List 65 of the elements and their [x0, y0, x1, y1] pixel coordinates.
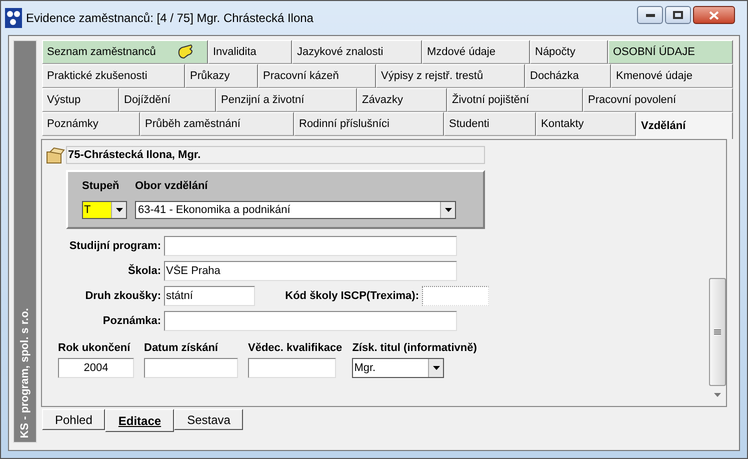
scrollbar-thumb[interactable] — [709, 278, 726, 386]
field-label: Škola: — [126, 263, 161, 279]
tab[interactable]: Mzdové údaje — [422, 40, 530, 64]
note-field[interactable] — [164, 311, 457, 331]
tab[interactable]: Pracovní povolení — [583, 88, 733, 112]
field-label: Získ. titul (informativně) — [352, 341, 477, 356]
vendor-label: KS - program, spol. s r.o. — [18, 308, 32, 438]
tab[interactable]: OSOBNÍ ÚDAJE — [608, 40, 733, 64]
tab[interactable]: Rodinní příslušníci — [294, 112, 444, 136]
field-label: Poznámka: — [102, 314, 161, 329]
tab[interactable]: Dojíždění — [119, 88, 216, 112]
tab[interactable]: Docházka — [525, 64, 611, 88]
qualification-field[interactable] — [248, 358, 336, 378]
title-dropdown[interactable]: Mgr. — [352, 358, 444, 378]
close-button[interactable] — [693, 6, 735, 24]
record-title: 75-Chrástecká Ilona, Mgr. — [66, 146, 485, 164]
tab[interactable]: Vzdělání — [636, 112, 733, 139]
grip-icon — [714, 328, 721, 336]
field-of-study-dropdown[interactable]: 63-41 - Ekonomika a podnikání — [135, 200, 456, 218]
tab[interactable]: Seznam zaměstnanců — [42, 40, 208, 64]
maximize-icon — [673, 11, 683, 19]
exam-type-field[interactable]: státní — [164, 286, 255, 306]
tab[interactable]: Pracovní kázeň — [258, 64, 376, 88]
tab[interactable]: Invalidita — [208, 40, 292, 64]
field-label: Vědec. kvalifikace — [248, 341, 342, 356]
degree-dropdown[interactable]: T — [82, 200, 127, 218]
tab[interactable]: Jazykové znalosti — [292, 40, 422, 64]
tab[interactable]: Průkazy — [185, 64, 258, 88]
field-label: Druh zkoušky: — [84, 288, 161, 304]
tab[interactable]: Kontakty — [536, 112, 636, 136]
hand-icon — [176, 44, 194, 60]
field-label: Studijní program: — [68, 238, 161, 254]
maximize-button[interactable] — [665, 6, 691, 24]
study-program-field[interactable] — [164, 236, 457, 256]
field-label: Kód školy ISCP(Trexima): — [284, 288, 419, 304]
tab[interactable]: Průběh zaměstnání — [140, 112, 294, 136]
tab[interactable]: Výstup — [42, 88, 119, 112]
caret-icon — [432, 366, 440, 370]
date-field[interactable] — [144, 358, 238, 378]
tab[interactable]: Závazky — [357, 88, 447, 112]
tab[interactable]: Poznámky — [42, 112, 140, 136]
year-field[interactable]: 2004 — [58, 358, 134, 378]
minimize-icon — [646, 14, 654, 16]
tab[interactable]: Životní pojištění — [447, 88, 583, 112]
minimize-button[interactable] — [637, 6, 663, 24]
app-logo-icon — [5, 8, 22, 28]
caret-icon — [444, 208, 452, 212]
tab[interactable]: Kmenové údaje — [611, 64, 733, 88]
field-label: Obor vzdělání — [135, 179, 209, 194]
view-tab[interactable]: Editace — [105, 409, 174, 432]
view-tab[interactable]: Pohled — [42, 409, 106, 430]
tab[interactable]: Výpisy z rejstř. trestů — [376, 64, 525, 88]
view-tab[interactable]: Sestava — [174, 409, 244, 430]
tab[interactable]: Nápočty — [530, 40, 608, 64]
field-label: Stupeň — [82, 179, 120, 194]
scroll-down-icon[interactable] — [714, 393, 721, 397]
caret-icon — [116, 208, 122, 212]
field-label: Rok ukončení — [58, 341, 132, 356]
tab[interactable]: Penzijní a životní — [216, 88, 357, 112]
tab[interactable]: Praktické zkušenosti — [42, 64, 185, 88]
window-title: Evidence zaměstnanců: [4 / 75] Mgr. Chrástecká Ilona — [26, 10, 314, 27]
school-code-field[interactable] — [422, 286, 489, 306]
tab[interactable]: Studenti — [444, 112, 536, 136]
close-icon — [709, 10, 719, 20]
field-label: Datum získání — [144, 341, 220, 356]
